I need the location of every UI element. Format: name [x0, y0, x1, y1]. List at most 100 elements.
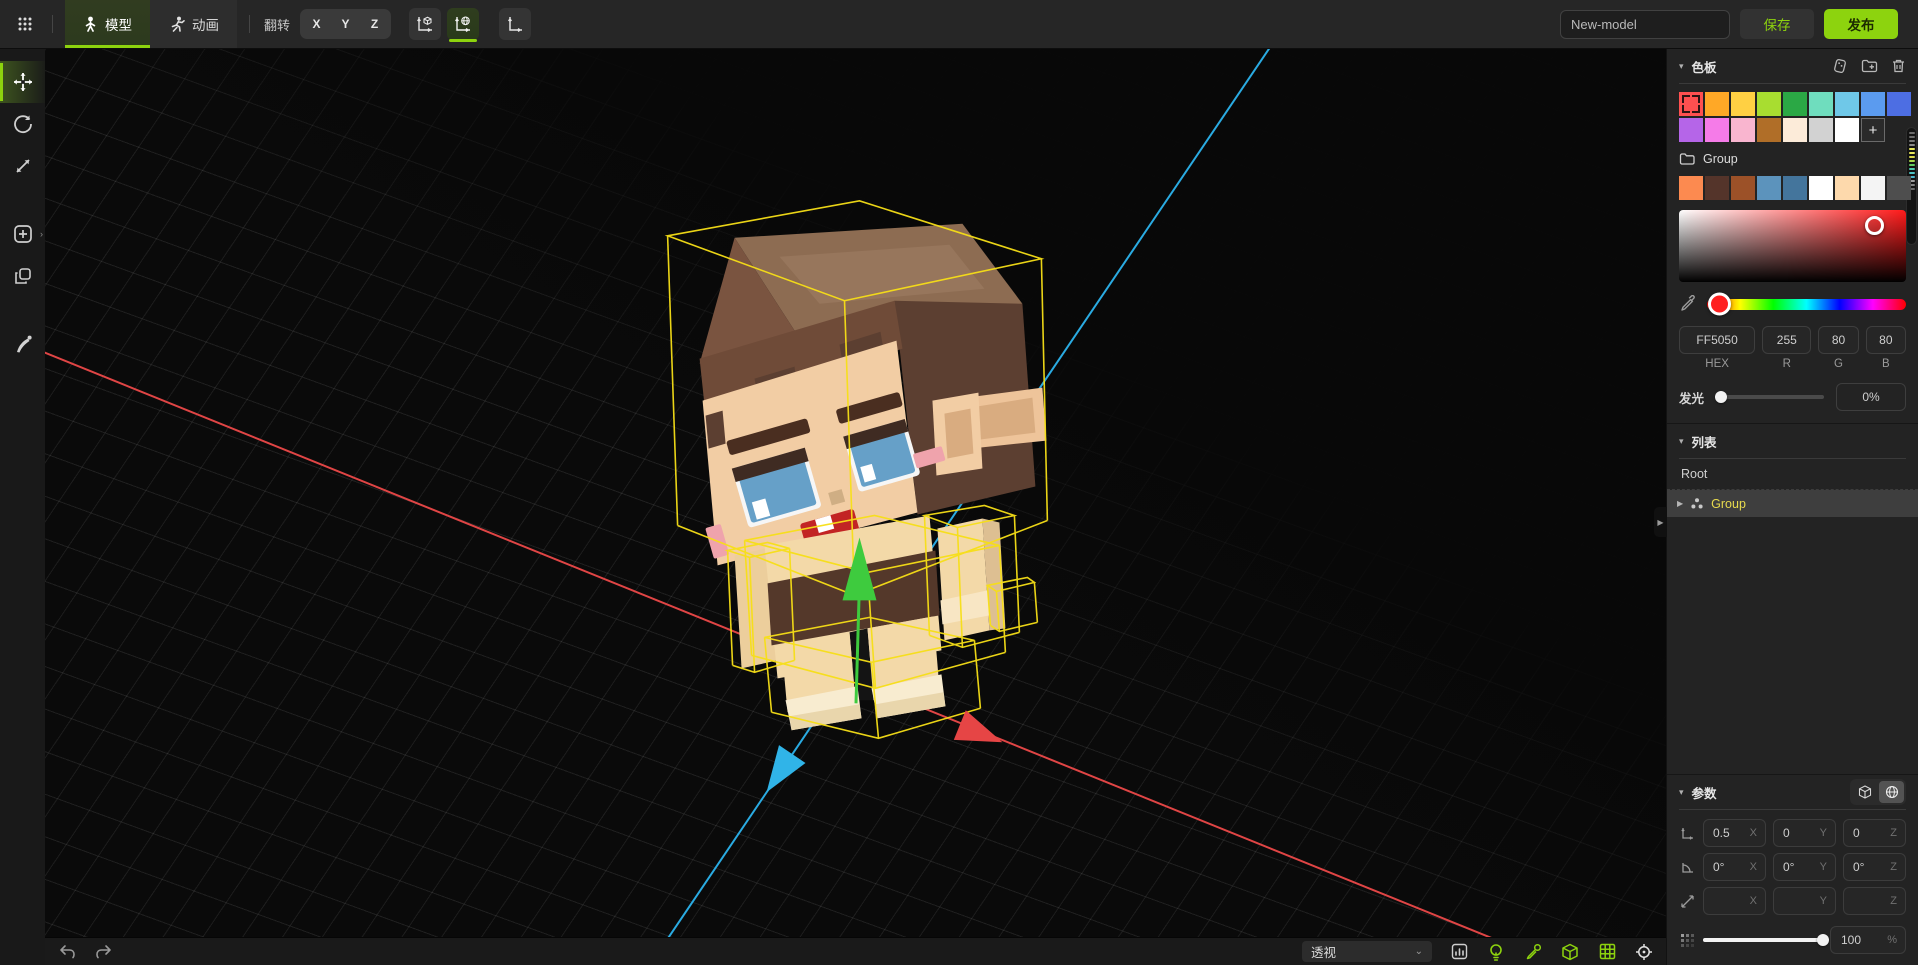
- red-field[interactable]: [1762, 326, 1811, 354]
- palette-swatch[interactable]: [1757, 176, 1781, 200]
- collapse-triangle-icon[interactable]: ▾: [1679, 787, 1684, 798]
- palette-swatch[interactable]: [1679, 92, 1703, 116]
- duplicate-tool-button[interactable]: [0, 255, 45, 297]
- saturation-value-picker[interactable]: [1679, 210, 1906, 282]
- hex-field[interactable]: [1679, 326, 1755, 354]
- tool-flyout-chevron[interactable]: ›: [40, 229, 43, 239]
- scale-x-input[interactable]: [1704, 894, 1750, 908]
- viewport-canvas[interactable]: [45, 49, 1666, 965]
- palette-swatch[interactable]: [1705, 176, 1729, 200]
- app-menu-button[interactable]: [10, 9, 40, 39]
- flip-x-button[interactable]: X: [303, 12, 330, 36]
- palette-swatch[interactable]: [1861, 92, 1885, 116]
- rotation-z-input[interactable]: [1844, 860, 1890, 874]
- sv-picker-cursor[interactable]: [1865, 216, 1884, 235]
- list-item-root[interactable]: Root: [1667, 459, 1918, 489]
- palette-group-row[interactable]: Group: [1667, 142, 1918, 168]
- scale-z-input[interactable]: [1844, 894, 1890, 908]
- model-name-input[interactable]: [1560, 10, 1730, 39]
- rotation-x-field[interactable]: X: [1703, 853, 1766, 881]
- red-input[interactable]: [1763, 327, 1810, 353]
- palette-swatch[interactable]: [1809, 92, 1833, 116]
- wireframe-toggle-button[interactable]: [1560, 942, 1580, 962]
- grid-toggle-button[interactable]: [1597, 942, 1617, 962]
- opacity-slider-knob[interactable]: [1817, 934, 1829, 946]
- position-z-field[interactable]: Z: [1843, 819, 1906, 847]
- palette-board-button[interactable]: [1832, 58, 1848, 74]
- palette-swatch[interactable]: [1679, 118, 1703, 142]
- glow-slider[interactable]: [1716, 395, 1824, 399]
- palette-swatch[interactable]: [1835, 118, 1859, 142]
- palette-swatch[interactable]: [1809, 176, 1833, 200]
- glow-slider-knob[interactable]: [1715, 391, 1727, 403]
- palette-swatch[interactable]: [1705, 92, 1729, 116]
- collapse-triangle-icon[interactable]: ▾: [1679, 61, 1684, 72]
- position-z-input[interactable]: [1844, 826, 1890, 840]
- undo-button[interactable]: [57, 942, 77, 962]
- green-field[interactable]: [1818, 326, 1858, 354]
- blue-input[interactable]: [1867, 327, 1905, 353]
- position-x-field[interactable]: X: [1703, 819, 1766, 847]
- palette-swatch[interactable]: [1731, 176, 1755, 200]
- opacity-value-field[interactable]: %: [1830, 926, 1906, 954]
- flip-z-button[interactable]: Z: [361, 12, 388, 36]
- palette-swatch[interactable]: [1783, 176, 1807, 200]
- 3d-viewport[interactable]: 透视 ⌄: [45, 49, 1666, 965]
- gizmo-z-arrow[interactable]: [753, 745, 805, 801]
- save-button[interactable]: 保存: [1740, 9, 1814, 39]
- scale-y-input[interactable]: [1774, 894, 1820, 908]
- palette-swatch[interactable]: [1783, 118, 1807, 142]
- focus-camera-button[interactable]: [1634, 942, 1654, 962]
- panel-collapse-handle[interactable]: ▶: [1654, 507, 1667, 537]
- hue-slider-knob[interactable]: [1708, 293, 1731, 316]
- palette-swatch[interactable]: [1705, 118, 1729, 142]
- palette-swatch[interactable]: [1887, 92, 1911, 116]
- scale-z-field[interactable]: Z: [1843, 887, 1906, 915]
- scale-x-field[interactable]: X: [1703, 887, 1766, 915]
- gizmo-x-arrow[interactable]: [954, 710, 1009, 757]
- world-axis-button[interactable]: [447, 8, 479, 40]
- palette-swatch[interactable]: [1679, 176, 1703, 200]
- flip-y-button[interactable]: Y: [332, 12, 359, 36]
- palette-swatch[interactable]: [1835, 92, 1859, 116]
- light-toggle-button[interactable]: [1486, 942, 1506, 962]
- rotation-z-field[interactable]: Z: [1843, 853, 1906, 881]
- palette-swatch[interactable]: [1783, 92, 1807, 116]
- list-item-group[interactable]: ▶ Group: [1667, 490, 1918, 517]
- camera-mode-select[interactable]: 透视 ⌄: [1302, 941, 1432, 962]
- position-y-input[interactable]: [1774, 826, 1820, 840]
- palette-swatch[interactable]: [1757, 92, 1781, 116]
- world-space-button[interactable]: [1879, 781, 1904, 803]
- rotation-y-field[interactable]: Y: [1773, 853, 1836, 881]
- blue-field[interactable]: [1866, 326, 1906, 354]
- palette-swatch[interactable]: [1757, 118, 1781, 142]
- local-space-button[interactable]: [1852, 781, 1877, 803]
- opacity-value-input[interactable]: [1831, 932, 1883, 948]
- tab-animation[interactable]: 动画: [150, 0, 237, 48]
- publish-button[interactable]: 发布: [1824, 9, 1898, 39]
- paint-pen-tool-button[interactable]: [0, 323, 45, 365]
- palette-swatch[interactable]: [1861, 176, 1885, 200]
- position-x-input[interactable]: [1704, 826, 1750, 840]
- delete-palette-button[interactable]: [1891, 58, 1906, 74]
- scale-y-field[interactable]: Y: [1773, 887, 1836, 915]
- move-tool-button[interactable]: [0, 61, 45, 103]
- scale-tool-button[interactable]: [0, 145, 45, 187]
- hue-slider[interactable]: [1707, 299, 1906, 310]
- plain-axis-button[interactable]: [499, 8, 531, 40]
- palette-swatch[interactable]: [1731, 118, 1755, 142]
- expand-triangle-icon[interactable]: ▶: [1677, 499, 1683, 508]
- gizmo-toggle-button[interactable]: [1523, 942, 1543, 962]
- palette-swatch[interactable]: [1887, 176, 1911, 200]
- redo-button[interactable]: [93, 942, 113, 962]
- position-y-field[interactable]: Y: [1773, 819, 1836, 847]
- stats-button[interactable]: [1449, 942, 1469, 962]
- collapse-triangle-icon[interactable]: ▾: [1679, 436, 1684, 447]
- eyedropper-icon[interactable]: [1679, 295, 1697, 313]
- palette-swatch[interactable]: [1731, 92, 1755, 116]
- add-color-button[interactable]: +: [1861, 118, 1885, 142]
- tab-model[interactable]: 模型: [65, 0, 150, 48]
- add-voxel-tool-button[interactable]: ›: [0, 213, 45, 255]
- local-axis-button[interactable]: [409, 8, 441, 40]
- palette-swatch[interactable]: [1835, 176, 1859, 200]
